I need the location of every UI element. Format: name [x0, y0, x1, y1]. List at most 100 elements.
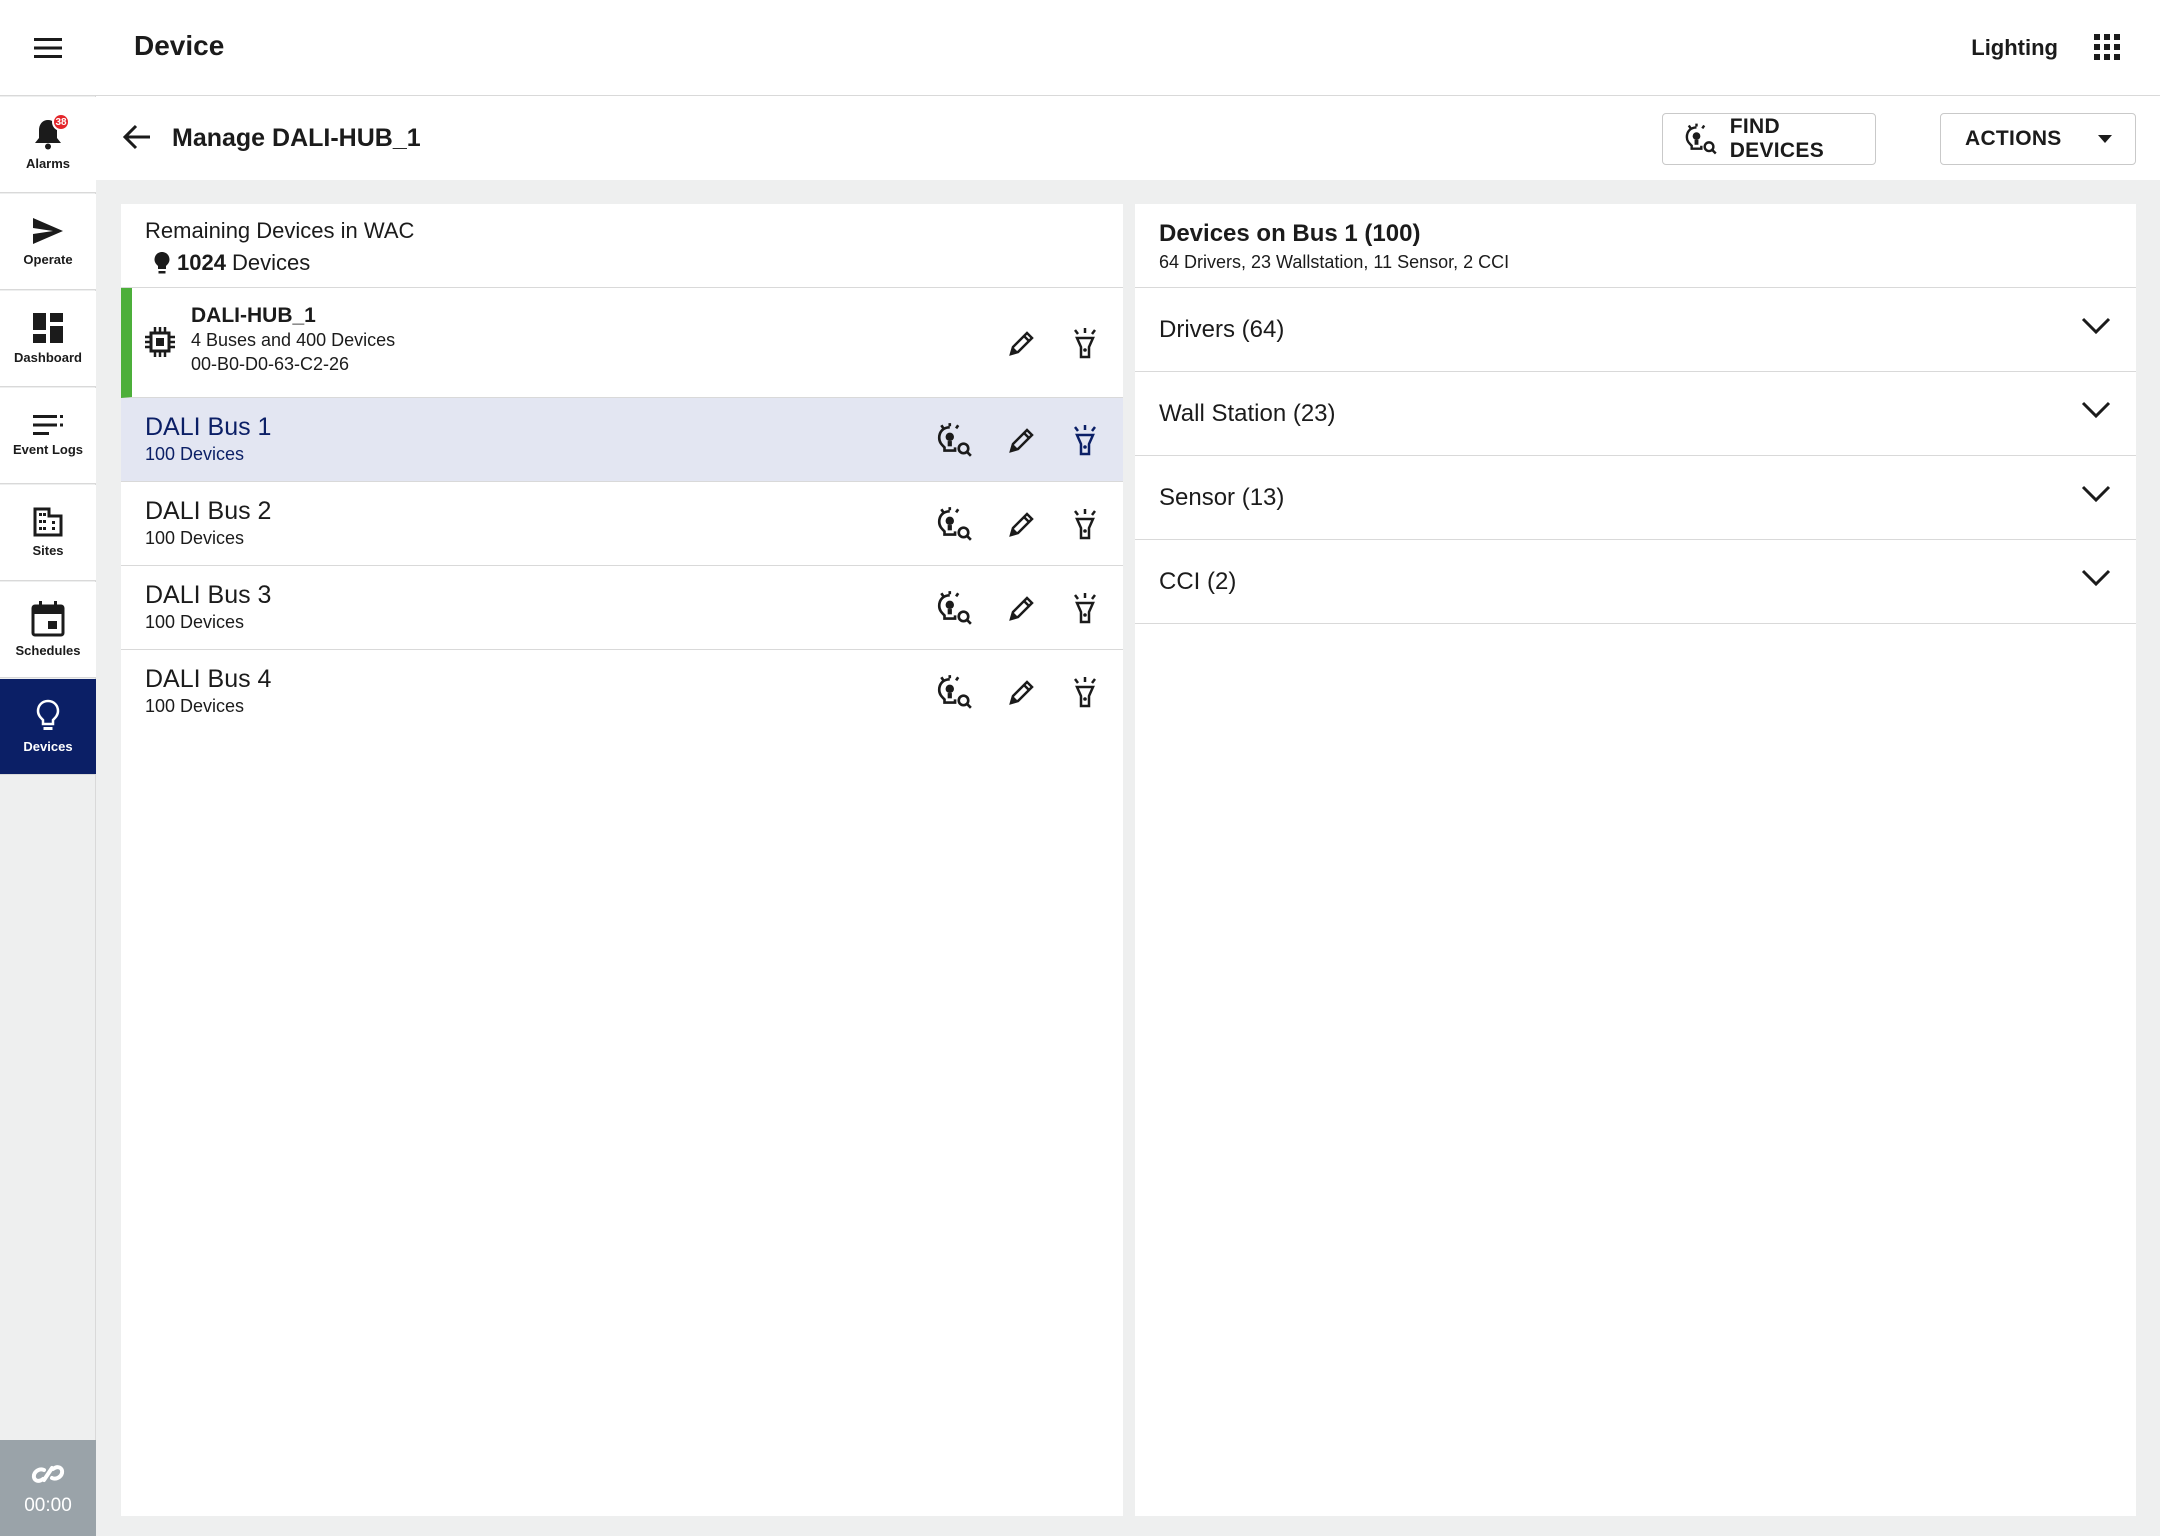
accordion-label: Drivers (64): [1159, 316, 1285, 343]
identify-button[interactable]: [1071, 327, 1099, 359]
bus-row-1[interactable]: DALI Bus 1 100 Devices: [121, 398, 1123, 482]
accordion-label: Sensor (13): [1159, 484, 1285, 511]
chevron-down-icon: [2081, 485, 2111, 503]
top-bar: Device Lighting: [96, 0, 2160, 96]
nav-devices[interactable]: Devices: [0, 679, 96, 775]
flashlight-icon: [1074, 327, 1096, 358]
back-button[interactable]: [122, 122, 152, 152]
nav-operate[interactable]: Operate: [0, 194, 96, 290]
bus-name: DALI Bus 3: [145, 581, 272, 609]
bus-count: 100 Devices: [145, 696, 245, 716]
bus-actions: [935, 650, 1099, 734]
bus-count: 100 Devices: [145, 612, 245, 632]
nav-label: Event Logs: [12, 442, 84, 457]
apps-grid-icon: [2094, 34, 2120, 60]
menu-icon: [34, 37, 62, 58]
edit-button[interactable]: [1007, 593, 1037, 623]
flashlight-icon: [1074, 592, 1096, 623]
flashlight-icon: [1074, 424, 1096, 455]
nav-schedules[interactable]: Schedules: [0, 582, 96, 678]
bus-actions: [935, 398, 1099, 481]
dashboard-icon: [33, 313, 63, 343]
find-devices-button[interactable]: FIND DEVICES: [1662, 113, 1876, 165]
actions-label: ACTIONS: [1965, 127, 2062, 150]
arrow-left-icon: [122, 124, 150, 150]
nav-label: Alarms: [25, 156, 71, 171]
nav-label: Dashboard: [14, 350, 82, 365]
lightbulb-icon: [36, 699, 60, 730]
hub-name: DALI-HUB_1: [191, 304, 316, 327]
flashlight-icon: [1074, 508, 1096, 539]
sub-header: Manage DALI-HUB_1 FIND DEVICES ACTIONS: [96, 96, 2160, 180]
alarm-badge: 38: [52, 113, 70, 131]
flashlight-icon: [1074, 677, 1096, 708]
send-icon: [33, 218, 63, 244]
remaining-count-row: 1024 Devices: [145, 250, 1099, 276]
list-icon: [33, 415, 63, 435]
accordion-cci[interactable]: CCI (2): [1135, 540, 2136, 624]
nav-alarms[interactable]: 38 Alarms: [0, 97, 96, 193]
nav-event-logs[interactable]: Event Logs: [0, 388, 96, 484]
hub-summary: 4 Buses and 400 Devices: [191, 330, 396, 350]
bus-devices-subtitle: 64 Drivers, 23 Wallstation, 11 Sensor, 2…: [1159, 252, 1510, 272]
bus-count: 100 Devices: [145, 444, 245, 464]
chevron-down-icon: [2081, 401, 2111, 419]
bus-list-panel: Remaining Devices in WAC 1024 Devices DA…: [121, 204, 1123, 1516]
find-devices-bus-button[interactable]: [935, 505, 973, 543]
pencil-icon: [1009, 511, 1034, 537]
bus-actions: [935, 482, 1099, 565]
accordion-drivers[interactable]: Drivers (64): [1135, 288, 2136, 372]
identify-button[interactable]: [1071, 676, 1099, 708]
edit-button[interactable]: [1007, 509, 1037, 539]
bus-actions: [935, 566, 1099, 649]
bulb-search-icon: [937, 590, 972, 625]
edit-button[interactable]: [1007, 677, 1037, 707]
nav-label: Operate: [23, 252, 73, 267]
hub-row[interactable]: DALI-HUB_1 4 Buses and 400 Devices 00-B0…: [121, 288, 1123, 398]
session-timer[interactable]: 00:00: [0, 1440, 96, 1536]
bus-devices-header: Devices on Bus 1 (100) 64 Drivers, 23 Wa…: [1135, 204, 2136, 288]
accordion-wall-station[interactable]: Wall Station (23): [1135, 372, 2136, 456]
bus-count: 100 Devices: [145, 528, 245, 548]
remaining-count: 1024: [177, 250, 226, 275]
pencil-icon: [1009, 427, 1034, 453]
app-switcher-button[interactable]: [2094, 34, 2120, 60]
edit-button[interactable]: [1007, 328, 1037, 358]
bus-row-3[interactable]: DALI Bus 3 100 Devices: [121, 566, 1123, 650]
pencil-icon: [1009, 680, 1034, 705]
find-devices-bus-button[interactable]: [935, 589, 973, 627]
find-devices-bus-button[interactable]: [935, 673, 973, 711]
sidebar: 38 Alarms Operate Dashboard Event Logs S…: [0, 0, 96, 1536]
caret-down-icon: [2097, 135, 2112, 143]
chevron-down-icon: [2081, 569, 2111, 587]
nav-label: Schedules: [15, 643, 81, 658]
nav-dashboard[interactable]: Dashboard: [0, 291, 96, 387]
building-icon: [33, 507, 63, 537]
identify-button[interactable]: [1071, 508, 1099, 540]
nav-sites[interactable]: Sites: [0, 485, 96, 581]
bulb-search-icon: [937, 675, 972, 709]
nav-label: Sites: [32, 543, 64, 558]
bus-row-4[interactable]: DALI Bus 4 100 Devices: [121, 650, 1123, 734]
actions-dropdown[interactable]: ACTIONS: [1940, 113, 2136, 165]
bus-row-2[interactable]: DALI Bus 2 100 Devices: [121, 482, 1123, 566]
pencil-icon: [1009, 330, 1034, 356]
nav-label: Devices: [23, 739, 73, 754]
bus-devices-title: Devices on Bus 1 (100): [1159, 220, 1421, 247]
identify-button[interactable]: [1071, 424, 1099, 456]
remaining-unit: Devices: [231, 250, 311, 275]
accordion-label: CCI (2): [1159, 568, 1237, 595]
remaining-label: Remaining Devices in WAC: [145, 218, 415, 243]
bus-devices-panel: Devices on Bus 1 (100) 64 Drivers, 23 Wa…: [1135, 204, 2136, 1516]
menu-button[interactable]: [0, 0, 96, 96]
chevron-down-icon: [2081, 317, 2111, 335]
find-devices-bus-button[interactable]: [935, 421, 973, 459]
remaining-devices: Remaining Devices in WAC 1024 Devices: [121, 204, 1123, 288]
identify-button[interactable]: [1071, 592, 1099, 624]
accordion-sensor[interactable]: Sensor (13): [1135, 456, 2136, 540]
edit-button[interactable]: [1007, 425, 1037, 455]
pencil-icon: [1009, 595, 1034, 621]
find-devices-label: FIND DEVICES: [1729, 115, 1825, 162]
bus-name: DALI Bus 1: [145, 413, 272, 441]
manage-title: Manage DALI-HUB_1: [172, 124, 421, 152]
